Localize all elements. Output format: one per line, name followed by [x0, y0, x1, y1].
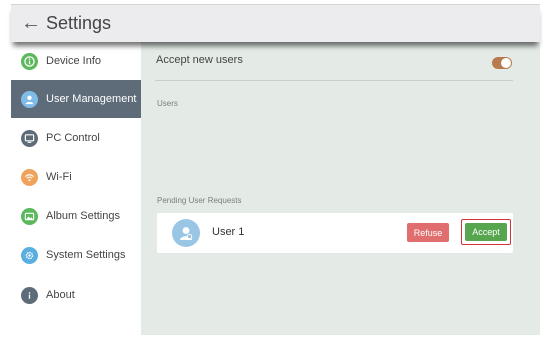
sidebar: Device Info User Management PC Control W… [11, 41, 141, 335]
sidebar-item-label: PC Control [46, 132, 100, 144]
sidebar-item-label: User Management [46, 93, 137, 105]
back-arrow-icon[interactable]: ← [19, 11, 43, 35]
user-name: User 1 [212, 226, 245, 238]
wifi-icon [21, 168, 38, 186]
image-icon [21, 207, 38, 225]
toggle-knob [501, 58, 511, 68]
sidebar-item-album-settings[interactable]: Album Settings [11, 197, 141, 235]
app-header: ← Settings [11, 4, 540, 42]
user-icon [21, 90, 38, 108]
accept-button[interactable]: Accept [465, 223, 507, 241]
users-section-label: Users [157, 99, 178, 108]
divider [155, 80, 513, 81]
accept-new-users-toggle[interactable] [492, 57, 512, 69]
sidebar-item-pc-control[interactable]: PC Control [11, 119, 141, 157]
accept-button-highlight: Accept [461, 219, 511, 245]
refuse-button[interactable]: Refuse [407, 223, 449, 242]
info-icon [21, 286, 38, 304]
sidebar-item-wifi[interactable]: Wi-Fi [11, 158, 141, 196]
sidebar-item-label: Wi-Fi [46, 171, 72, 183]
sidebar-item-label: Album Settings [46, 210, 120, 222]
sidebar-item-user-management[interactable]: User Management [11, 80, 141, 118]
monitor-icon [21, 129, 38, 147]
sidebar-item-label: About [46, 289, 75, 301]
pending-user-row: User 1 Refuse Accept [157, 213, 513, 253]
sidebar-item-about[interactable]: About [11, 276, 141, 314]
sidebar-item-device-info[interactable]: Device Info [11, 42, 141, 80]
pending-requests-label: Pending User Requests [157, 196, 242, 205]
user-management-panel: Accept new users Users Pending User Requ… [141, 41, 540, 335]
sidebar-item-system-settings[interactable]: System Settings [11, 236, 141, 274]
avatar [172, 219, 200, 247]
user-avatar-icon [180, 227, 193, 240]
sidebar-item-label: System Settings [46, 249, 126, 261]
gear-icon [21, 246, 38, 264]
accept-new-users-label: Accept new users [156, 54, 243, 66]
info-icon [21, 52, 38, 70]
page-title: Settings [46, 13, 112, 33]
sidebar-item-label: Device Info [46, 55, 102, 67]
